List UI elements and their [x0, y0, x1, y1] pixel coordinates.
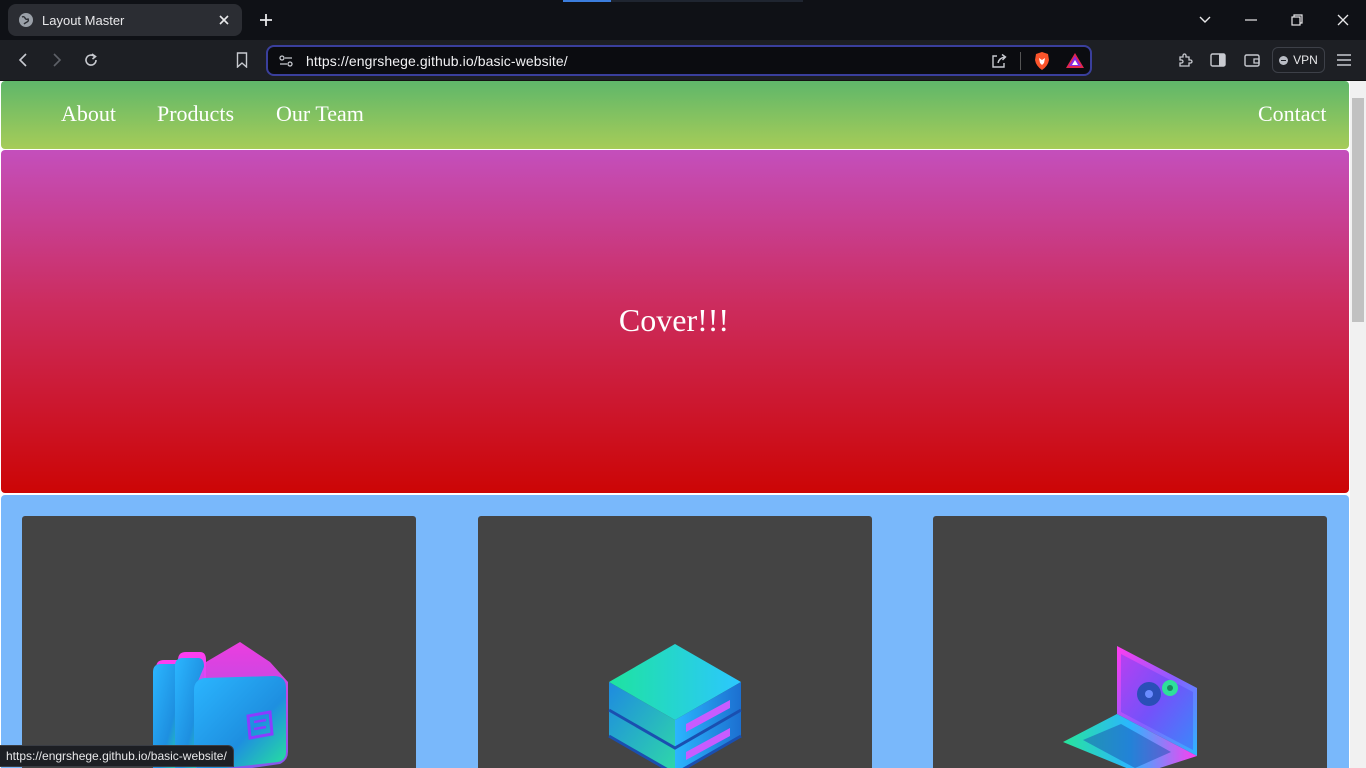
brave-rewards-icon[interactable]	[1065, 51, 1085, 71]
card-folders	[22, 516, 416, 768]
site-navbar: About Products Our Team Contact	[1, 81, 1349, 149]
sidebar-icon[interactable]	[1206, 48, 1230, 72]
card-servers	[478, 516, 872, 768]
back-icon[interactable]	[11, 48, 35, 72]
scrollbar-thumb[interactable]	[1352, 98, 1364, 322]
tab-bar: Layout Master	[0, 0, 1366, 40]
close-window-icon[interactable]	[1329, 6, 1357, 34]
page-viewport: About Products Our Team Contact Cover!!!	[0, 81, 1350, 768]
close-tab-icon[interactable]	[216, 12, 232, 28]
cards-section	[1, 495, 1349, 768]
share-icon[interactable]	[990, 52, 1008, 70]
vpn-status-icon	[1279, 55, 1289, 65]
vpn-label: VPN	[1293, 53, 1318, 67]
globe-icon	[19, 13, 33, 27]
nav-link-our-team[interactable]: Our Team	[276, 101, 364, 127]
page-scrollbar[interactable]	[1350, 81, 1366, 768]
vpn-button[interactable]: VPN	[1272, 47, 1325, 73]
minimize-icon[interactable]	[1237, 6, 1265, 34]
forward-icon[interactable]	[45, 48, 69, 72]
url-text[interactable]: https://engrshege.github.io/basic-websit…	[306, 53, 568, 69]
cover-section: Cover!!!	[1, 150, 1349, 493]
menu-icon[interactable]	[1332, 48, 1356, 72]
address-bar-divider	[1020, 52, 1021, 70]
brave-shields-icon[interactable]	[1032, 51, 1052, 71]
tab-search-chevron-icon[interactable]	[1191, 6, 1219, 34]
site-settings-icon[interactable]	[278, 53, 294, 69]
nav-link-about[interactable]: About	[61, 101, 116, 127]
server-stack-icon	[608, 644, 742, 768]
laptop-settings-icon	[1063, 646, 1197, 768]
nav-link-contact[interactable]: Contact	[1258, 101, 1326, 127]
browser-tab[interactable]: Layout Master	[8, 4, 242, 36]
tab-strip-indicator	[563, 0, 803, 2]
extensions-icon[interactable]	[1173, 48, 1197, 72]
link-status-bubble: https://engrshege.github.io/basic-websit…	[0, 745, 234, 767]
nav-link-products[interactable]: Products	[157, 101, 234, 127]
status-url: https://engrshege.github.io/basic-websit…	[6, 749, 227, 763]
tab-title: Layout Master	[42, 12, 125, 28]
address-bar[interactable]: https://engrshege.github.io/basic-websit…	[266, 45, 1092, 76]
wallet-icon[interactable]	[1240, 48, 1264, 72]
new-tab-icon[interactable]	[256, 10, 276, 30]
reload-icon[interactable]	[79, 48, 103, 72]
cover-heading: Cover!!!	[618, 302, 730, 338]
restore-icon[interactable]	[1283, 6, 1311, 34]
card-laptop	[933, 516, 1327, 768]
bookmark-icon[interactable]	[230, 48, 254, 72]
